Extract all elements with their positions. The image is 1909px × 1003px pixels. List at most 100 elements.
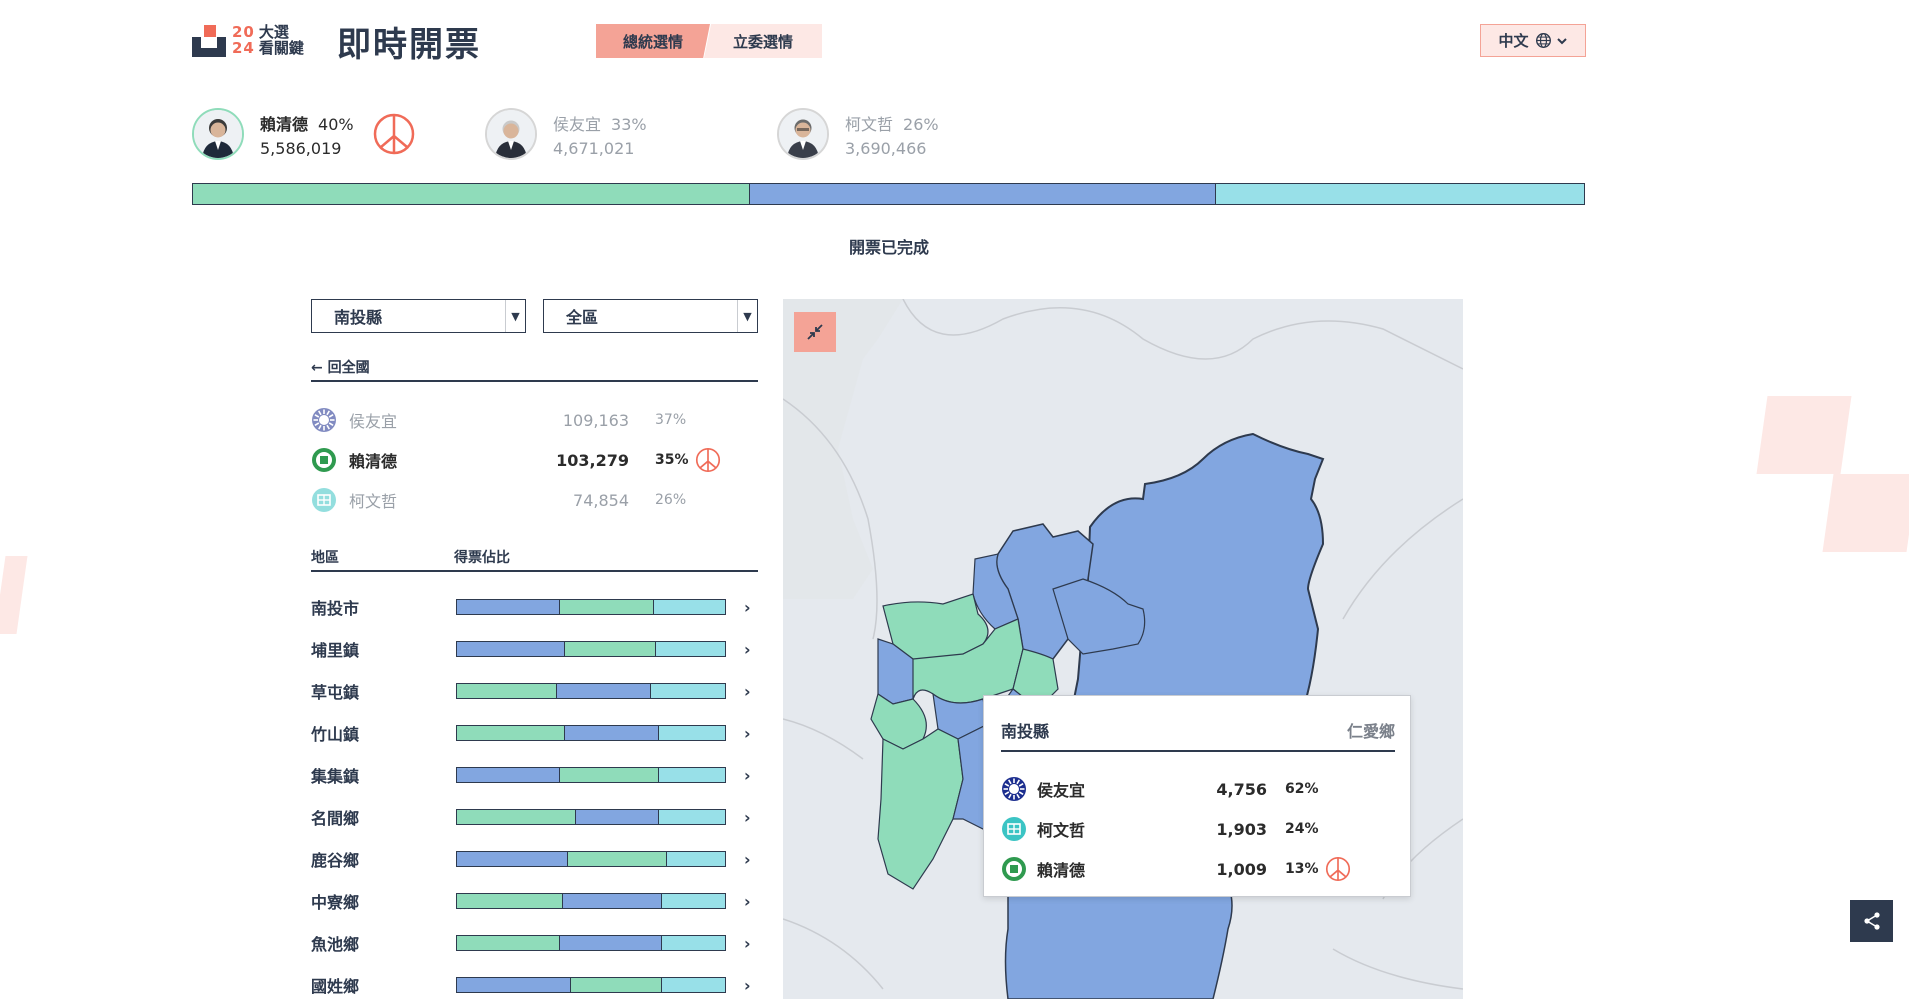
logo-text-top: 大選 xyxy=(258,23,289,41)
share-segment-dpp xyxy=(457,726,565,740)
candidate-name: 侯友宜 xyxy=(349,412,398,431)
language-selector[interactable]: 中文 xyxy=(1480,24,1586,57)
count-status: 開票已完成 xyxy=(848,238,929,257)
share-segment-tpp xyxy=(657,810,725,824)
share-icon xyxy=(1863,912,1880,930)
share-segment-tpp xyxy=(660,978,725,992)
share-segment-tpp xyxy=(652,600,725,614)
county-select[interactable]: 南投縣 ▼ xyxy=(311,299,526,333)
district-row[interactable]: 埔里鎮 › xyxy=(311,635,758,663)
district-select[interactable]: 全區 ▼ xyxy=(543,299,758,333)
collapse-icon xyxy=(807,324,823,340)
share-segment-dpp xyxy=(457,894,562,908)
decor-shape xyxy=(1822,474,1909,552)
candidate-info-ko: 柯文哲 26% 3,690,466 xyxy=(845,111,939,158)
candidate-pct: 37% xyxy=(655,412,687,428)
elected-stamp-icon xyxy=(695,447,721,473)
county-select-value: 南投縣 xyxy=(334,308,383,327)
district-share-bar xyxy=(456,851,726,867)
back-to-national-link[interactable]: ← 回全國 xyxy=(311,357,370,377)
collapse-map-button[interactable] xyxy=(794,312,836,352)
share-segment-kmt xyxy=(457,600,559,614)
district-row[interactable]: 魚池鄉 › xyxy=(311,929,758,957)
candidate-pct: 62% xyxy=(1285,781,1319,797)
share-segment-dpp xyxy=(558,600,653,614)
chevron-down-icon: ▼ xyxy=(505,300,525,332)
district-row[interactable]: 名間鄉 › xyxy=(311,803,758,831)
district-row[interactable]: 南投市 › xyxy=(311,593,758,621)
district-name: 中寮鄉 xyxy=(311,893,360,912)
elected-stamp-icon xyxy=(373,113,414,155)
share-button[interactable] xyxy=(1850,900,1893,942)
candidate-avatar-lai xyxy=(192,108,244,160)
chevron-right-icon: › xyxy=(744,807,751,827)
share-segment-kmt xyxy=(561,894,661,908)
district-row[interactable]: 集集鎮 › xyxy=(311,761,758,789)
share-segment-kmt xyxy=(457,642,565,656)
candidate-pct: 13% xyxy=(1285,861,1319,877)
district-share-bar xyxy=(456,599,726,615)
share-segment-tpp xyxy=(660,936,725,950)
district-row[interactable]: 國姓鄉 › xyxy=(311,971,758,999)
district-name: 埔里鎮 xyxy=(311,641,360,660)
share-segment-dpp xyxy=(566,852,667,866)
candidate-votes: 5,586,019 xyxy=(260,138,342,158)
share-segment-tpp xyxy=(657,768,725,782)
back-label: 回全國 xyxy=(327,360,370,376)
district-row[interactable]: 草屯鎮 › xyxy=(311,677,758,705)
share-segment-kmt xyxy=(558,936,661,950)
election-tabs: 總統選情 立委選情 xyxy=(596,24,822,58)
district-share-bar xyxy=(456,683,726,699)
national-vote-share-bar xyxy=(192,183,1585,205)
district-name: 國姓鄉 xyxy=(311,977,360,996)
candidate-votes: 109,163 xyxy=(562,410,629,430)
district-row[interactable]: 鹿谷鄉 › xyxy=(311,845,758,873)
district-row[interactable]: 竹山鎮 › xyxy=(311,719,758,747)
candidate-name: 侯友宜 xyxy=(553,114,602,134)
candidate-votes: 4,756 xyxy=(1216,779,1267,799)
dpp-emblem-icon xyxy=(1002,857,1026,881)
share-segment-kmt xyxy=(457,978,570,992)
candidate-votes: 4,671,021 xyxy=(553,138,635,158)
arrow-left-icon: ← xyxy=(311,360,323,376)
column-header-region: 地區 xyxy=(311,550,339,566)
district-name: 魚池鄉 xyxy=(311,935,360,954)
divider xyxy=(311,570,758,572)
candidate-votes: 3,690,466 xyxy=(845,138,927,158)
share-segment-tpp xyxy=(666,852,725,866)
chevron-right-icon: › xyxy=(744,639,751,659)
candidate-avatar-ko xyxy=(777,108,829,160)
share-segment-kmt xyxy=(564,726,658,740)
tab-legislative[interactable]: 立委選情 xyxy=(704,24,822,58)
share-segment-tpp xyxy=(655,642,725,656)
column-header-share: 得票佔比 xyxy=(454,550,510,566)
district-row[interactable]: 中寮鄉 › xyxy=(311,887,758,915)
chevron-right-icon: › xyxy=(744,891,751,911)
candidate-pct: 35% xyxy=(655,452,689,468)
language-label: 中文 xyxy=(1498,32,1529,50)
chevron-right-icon: › xyxy=(744,723,751,743)
share-segment-kmt xyxy=(574,810,658,824)
district-name: 竹山鎮 xyxy=(311,725,360,744)
district-share-bar xyxy=(456,809,726,825)
candidate-name: 柯文哲 xyxy=(845,114,894,134)
chevron-right-icon: › xyxy=(744,849,751,869)
share-segment-kmt xyxy=(457,768,559,782)
tooltip-result-row: 賴清德 1,009 13% xyxy=(1001,855,1401,883)
candidate-pct: 33% xyxy=(611,114,647,134)
divider xyxy=(1001,750,1395,752)
tab-presidential[interactable]: 總統選情 xyxy=(596,24,710,58)
district-name: 南投市 xyxy=(311,599,360,618)
tpp-emblem-icon xyxy=(312,488,336,512)
county-result-row: 柯文哲 74,854 26% xyxy=(311,485,758,515)
district-name: 草屯鎮 xyxy=(311,683,360,702)
candidate-name: 柯文哲 xyxy=(1037,821,1086,840)
decor-shape xyxy=(0,556,28,634)
elected-stamp-icon xyxy=(1325,856,1351,882)
logo-text-bottom: 看關鍵 xyxy=(258,39,304,57)
share-segment-dpp xyxy=(457,684,557,698)
candidate-votes: 1,009 xyxy=(1216,859,1267,879)
candidate-name: 賴清德 xyxy=(349,452,398,471)
kmt-emblem-icon xyxy=(1002,777,1026,801)
site-logo[interactable]: 20 24 大選 看關鍵 xyxy=(192,20,304,60)
